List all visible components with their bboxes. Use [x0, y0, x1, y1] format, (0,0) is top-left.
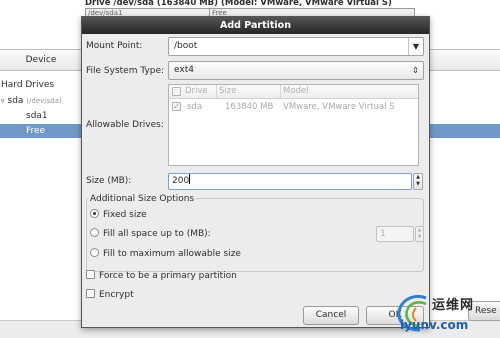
option-fill-max[interactable]: Fill to maximum allowable size	[90, 248, 241, 260]
device-column-header[interactable]: Device	[0, 49, 82, 71]
expander-icon[interactable]: ▿	[1, 97, 5, 105]
size-value: 200	[172, 176, 190, 186]
cancel-button[interactable]: Cancel	[303, 306, 359, 325]
spin-down-icon[interactable]: ▼	[414, 181, 422, 188]
encrypt-checkbox[interactable]	[86, 289, 95, 298]
tree-item-sda1[interactable]: sda1	[26, 109, 48, 123]
tree-item-hard-drives[interactable]: Hard Drives	[1, 78, 54, 92]
allowable-drives-table: Drive Size Model ✓ sda 163840 MB VMware,…	[168, 84, 419, 166]
drive-name: sda	[187, 102, 203, 112]
add-partition-dialog: Add Partition Mount Point: /boot ▼ File …	[81, 16, 430, 328]
allowable-drives-label: Allowable Drives:	[86, 120, 164, 130]
size-input[interactable]: 200	[168, 173, 412, 190]
fs-type-label: File System Type:	[86, 66, 165, 76]
drive-sda-checkbox[interactable]: ✓	[172, 102, 181, 111]
drive-model: VMware, VMware Virtual S	[283, 102, 395, 112]
option-fill-upto-label: Fill all space up to (MB):	[103, 229, 211, 239]
drives-column-model[interactable]: Model	[281, 85, 418, 98]
mount-point-label: Mount Point:	[86, 41, 143, 51]
primary-partition-checkbox[interactable]	[86, 270, 95, 279]
table-row[interactable]: ✓ sda 163840 MB VMware, VMware Virtual S	[169, 100, 418, 114]
mount-point-value[interactable]: /boot	[174, 41, 197, 51]
radio-fill-max[interactable]	[90, 248, 99, 257]
tree-item-free[interactable]: Free	[0, 124, 82, 138]
drives-table-header: Drive Size Model	[169, 85, 418, 99]
tree-item-sda[interactable]: ▿ sda (/dev/sda)	[1, 94, 62, 108]
option-fixed-size-label: Fixed size	[103, 210, 147, 220]
fs-type-value: ext4	[174, 65, 194, 75]
select-all-checkbox[interactable]	[172, 87, 181, 96]
watermark-text: 运维网	[432, 298, 475, 313]
spin-up-icon[interactable]: ▲	[414, 174, 422, 181]
radio-fill-upto[interactable]	[90, 228, 99, 237]
mount-point-combo[interactable]: /boot ▼	[168, 37, 424, 56]
option-fill-upto[interactable]: Fill all space up to (MB):	[90, 228, 211, 240]
fill-upto-input[interactable]: 1	[376, 226, 414, 242]
dialog-title: Add Partition	[82, 17, 429, 34]
drives-column-size[interactable]: Size	[217, 85, 281, 98]
text-caret	[189, 174, 191, 184]
watermark-url: iyunv.com	[400, 318, 469, 332]
drive-size: 163840 MB	[225, 102, 274, 112]
tree-item-sda-label: sda	[7, 96, 24, 106]
option-fixed-size[interactable]: Fixed size	[90, 209, 147, 221]
fs-type-select[interactable]: ext4 ⇕	[168, 61, 424, 80]
primary-partition-label: Force to be a primary partition	[99, 271, 237, 281]
spin-up-icon[interactable]: ▲	[416, 227, 423, 234]
radio-fixed-size[interactable]	[90, 209, 99, 218]
spin-down-icon[interactable]: ▼	[416, 234, 423, 241]
option-fill-max-label: Fill to maximum allowable size	[103, 249, 241, 259]
size-spin-button[interactable]: ▲ ▼	[413, 173, 423, 190]
fill-upto-spin-button[interactable]: ▲ ▼	[415, 226, 424, 242]
chevron-down-icon[interactable]: ▼	[408, 38, 423, 55]
tree-item-sda-path: (/dev/sda)	[26, 97, 62, 105]
primary-partition-option[interactable]: Force to be a primary partition	[86, 270, 237, 282]
additional-size-options-label: Additional Size Options	[88, 193, 197, 205]
encrypt-label: Encrypt	[99, 290, 134, 300]
drives-column-drive[interactable]: Drive	[183, 85, 217, 98]
size-label: Size (MB):	[86, 176, 132, 186]
updown-arrows-icon: ⇕	[412, 66, 419, 75]
encrypt-option[interactable]: Encrypt	[86, 289, 134, 301]
drive-header: Drive /dev/sda (163840 MB) (Model: VMwar…	[85, 0, 392, 6]
